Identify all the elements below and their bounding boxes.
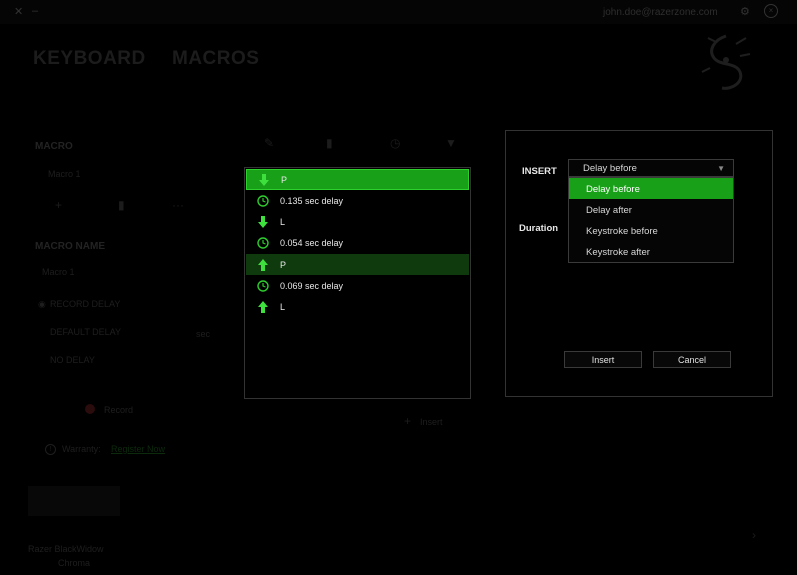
default-delay-unit: sec — [196, 329, 211, 339]
event-row[interactable]: P — [246, 169, 469, 190]
trash-icon[interactable]: ▮ — [326, 136, 333, 150]
insert-type-options: Delay before Delay after Keystroke before K… — [568, 177, 734, 263]
event-label: 0.069 sec delay — [280, 280, 344, 291]
macro-list-item[interactable]: Macro 1 — [48, 169, 81, 179]
device-name: Razer BlackWidow — [28, 544, 104, 554]
key-down-arrow-icon — [247, 173, 281, 186]
event-label: L — [280, 301, 286, 312]
insert-type-value: Delay before — [583, 163, 637, 174]
warranty-label: Warranty: — [62, 444, 101, 454]
settings-icon[interactable]: ⚙ — [740, 5, 750, 18]
razer-small-icon: ✕ — [14, 6, 24, 18]
key-up-arrow-icon — [246, 258, 280, 271]
insert-button[interactable]: Insert — [564, 351, 642, 368]
macro-event-list: P 0.135 sec delay L 0.054 sec delay P 0.069 s… — [244, 167, 471, 399]
insert-type-option[interactable]: Keystroke before — [569, 220, 733, 241]
more-icon[interactable]: ··· — [172, 198, 184, 212]
edit-icon[interactable]: ✎ — [264, 136, 274, 150]
clock-icon — [246, 236, 280, 249]
default-delay-label: DEFAULT DELAY — [50, 327, 122, 337]
insert-type-option[interactable]: Delay before — [569, 178, 733, 199]
event-label: 0.135 sec delay — [280, 195, 344, 206]
chevron-down-icon: ▼ — [717, 164, 725, 173]
key-up-arrow-icon — [246, 300, 280, 313]
minimize-icon[interactable]: – — [32, 5, 38, 17]
macro-name-heading: MACRO NAME — [35, 241, 105, 252]
insert-label: INSERT — [522, 166, 557, 177]
close-icon[interactable]: × — [764, 4, 778, 18]
clock-icon — [246, 194, 280, 207]
record-dot-icon[interactable] — [85, 404, 95, 414]
insert-type-select[interactable]: Delay before ▼ — [568, 159, 734, 177]
record-button[interactable]: Record — [104, 405, 133, 415]
event-row[interactable]: L — [246, 296, 469, 317]
add-icon[interactable]: + — [55, 198, 62, 212]
clock-icon — [246, 279, 280, 292]
event-row[interactable]: 0.135 sec delay — [246, 190, 469, 211]
event-label: P — [280, 259, 287, 270]
record-delay-radio[interactable]: ◉ — [38, 299, 46, 310]
event-label: L — [280, 216, 286, 227]
event-row[interactable]: L — [246, 211, 469, 232]
event-row[interactable]: P — [246, 254, 469, 275]
event-row[interactable]: 0.069 sec delay — [246, 275, 469, 296]
no-delay-label: NO DELAY — [50, 355, 95, 365]
insert-type-option[interactable]: Keystroke after — [569, 241, 733, 262]
register-now-link[interactable]: Register Now — [111, 444, 165, 454]
record-delay-label: RECORD DELAY — [50, 299, 121, 309]
insert-plus-icon[interactable]: + — [404, 414, 411, 428]
event-label: 0.054 sec delay — [280, 237, 344, 248]
insert-type-option[interactable]: Delay after — [569, 199, 733, 220]
event-label: P — [281, 174, 288, 185]
event-row[interactable]: 0.054 sec delay — [246, 232, 469, 253]
device-name-sub: Chroma — [58, 558, 91, 568]
account-email[interactable]: john.doe@razerzone.com — [603, 7, 718, 18]
razer-logo-icon — [701, 34, 751, 90]
collapse-icon[interactable]: › — [752, 528, 756, 542]
clock-toolbar-icon[interactable]: ◷ — [390, 136, 400, 150]
device-thumbnail[interactable] — [28, 486, 120, 516]
key-down-arrow-icon — [246, 215, 280, 228]
info-icon: ! — [45, 444, 56, 455]
insert-link[interactable]: Insert — [420, 417, 443, 427]
dropdown-toolbar-icon[interactable]: ▼ — [445, 136, 457, 150]
tab-keyboard[interactable]: KEYBOARD — [33, 48, 146, 70]
cancel-button[interactable]: Cancel — [653, 351, 731, 368]
delete-icon[interactable]: ▮ — [118, 198, 125, 212]
duration-label: Duration — [519, 223, 559, 234]
macro-heading: MACRO — [35, 141, 73, 152]
tab-macros[interactable]: MACROS — [172, 48, 259, 70]
macro-name-input[interactable]: Macro 1 — [42, 267, 75, 277]
